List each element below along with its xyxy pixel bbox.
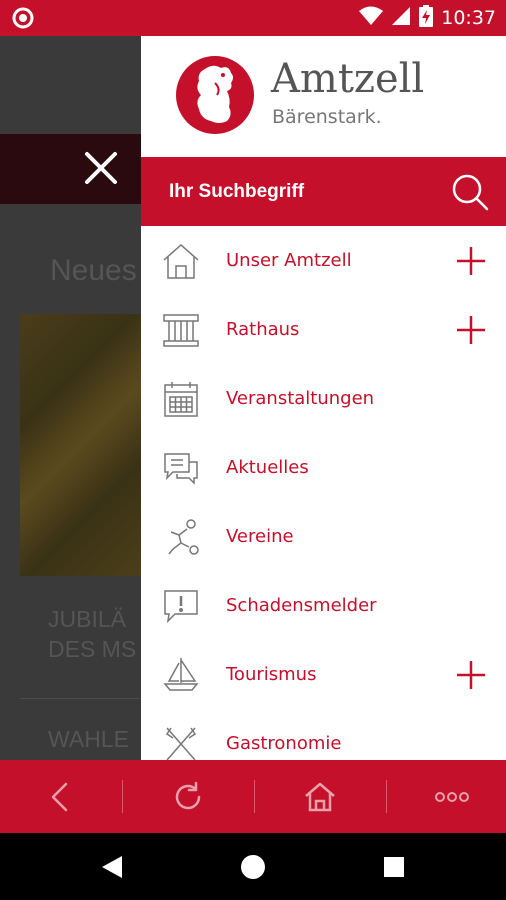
menu-item-label: Schadensmelder: [226, 595, 377, 616]
menu-item-unser-amtzell[interactable]: Unser Amtzell: [141, 226, 506, 295]
chat-bubbles-icon: [161, 448, 201, 488]
menu-item-label: Aktuelles: [226, 457, 309, 478]
nav-home-icon[interactable]: [213, 833, 293, 900]
expand-plus-icon[interactable]: [455, 245, 487, 277]
logo-subtitle: Bärenstark.: [272, 106, 382, 128]
background-heading: Neues: [50, 254, 137, 287]
more-icon[interactable]: [392, 760, 506, 833]
background-divider: [20, 698, 141, 699]
toolbar-divider: [386, 780, 387, 813]
expand-plus-icon[interactable]: [455, 314, 487, 346]
search-bar: [141, 157, 506, 226]
background-page: Neues JUBILÄ DES MS WAHLE: [0, 36, 141, 760]
background-header: [0, 36, 141, 134]
reload-icon[interactable]: [128, 760, 248, 833]
menu-item-tourismus[interactable]: Tourismus: [141, 640, 506, 709]
menu-item-schadensmelder[interactable]: Schadensmelder: [141, 571, 506, 640]
menu-item-label: Gastronomie: [226, 733, 342, 754]
menu-item-veranstaltungen[interactable]: Veranstaltungen: [141, 364, 506, 433]
expand-plus-icon[interactable]: [455, 659, 487, 691]
menu-list: Unser Amtzell Rathaus Veranstaltungen Ak…: [141, 226, 506, 760]
wifi-icon: [359, 6, 384, 31]
menu-item-aktuelles[interactable]: Aktuelles: [141, 433, 506, 502]
background-article-title-2: WAHLE: [48, 726, 129, 752]
home-icon[interactable]: [260, 760, 380, 833]
menu-item-label: Unser Amtzell: [226, 250, 352, 271]
sailboat-icon: [161, 655, 201, 695]
nav-back-icon[interactable]: [72, 833, 152, 900]
toolbar-divider: [122, 780, 123, 813]
back-icon[interactable]: [0, 760, 120, 833]
menu-item-label: Vereine: [226, 526, 294, 547]
bear-logo-icon: [175, 55, 255, 135]
signal-icon: [391, 6, 411, 31]
menu-item-label: Rathaus: [226, 319, 300, 340]
house-icon: [161, 241, 201, 281]
alert-bubble-icon: [161, 586, 201, 626]
logo-title: Amtzell: [271, 56, 425, 102]
search-input[interactable]: [169, 175, 429, 209]
town-hall-icon: [161, 310, 201, 350]
nav-recents-icon[interactable]: [354, 833, 434, 900]
menu-item-rathaus[interactable]: Rathaus: [141, 295, 506, 364]
soccer-player-icon: [161, 517, 201, 557]
logo[interactable]: Amtzell Bärenstark.: [141, 36, 506, 157]
menu-item-vereine[interactable]: Vereine: [141, 502, 506, 571]
battery-charging-icon: [419, 4, 434, 32]
menu-item-label: Veranstaltungen: [226, 388, 375, 409]
menu-item-label: Tourismus: [226, 664, 317, 685]
toolbar-divider: [254, 780, 255, 813]
record-icon: [12, 7, 34, 34]
close-icon[interactable]: [82, 149, 120, 187]
search-icon[interactable]: [450, 172, 490, 212]
status-bar: 10:37: [0, 0, 506, 36]
bottom-toolbar: [0, 760, 506, 833]
calendar-icon: [161, 379, 201, 419]
navigation-drawer: Amtzell Bärenstark. Unser Amtzell Rathau…: [141, 36, 506, 760]
background-article-title: JUBILÄ DES MS: [48, 606, 137, 662]
cutlery-icon: [161, 724, 201, 760]
background-article-image: [20, 314, 141, 576]
system-nav-bar: [0, 833, 506, 900]
menu-item-gastronomie[interactable]: Gastronomie: [141, 709, 506, 760]
status-time: 10:37: [441, 7, 496, 29]
